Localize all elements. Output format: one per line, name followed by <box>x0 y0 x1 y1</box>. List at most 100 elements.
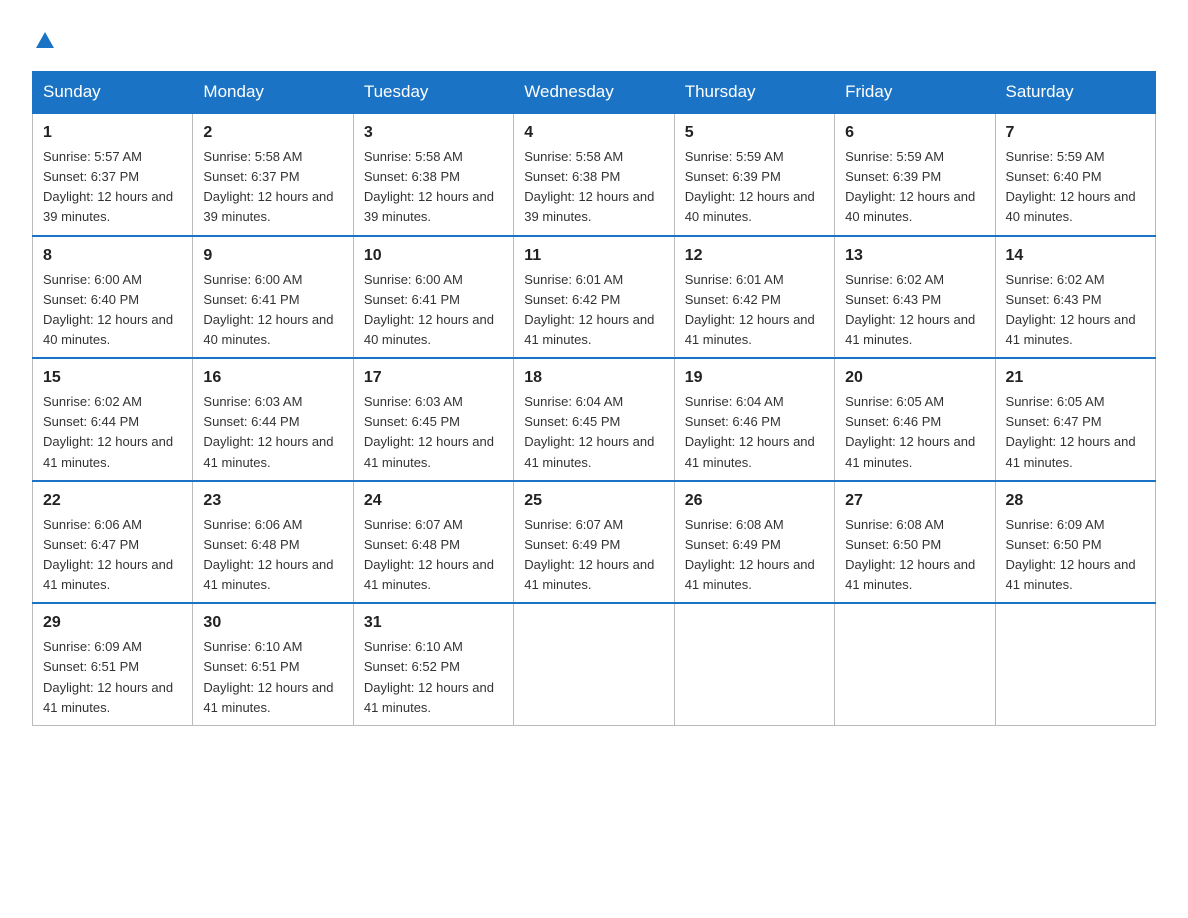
day-info: Sunrise: 5:58 AMSunset: 6:37 PMDaylight:… <box>203 147 342 228</box>
day-info: Sunrise: 6:02 AMSunset: 6:43 PMDaylight:… <box>1006 270 1145 351</box>
calendar-day-cell: 14Sunrise: 6:02 AMSunset: 6:43 PMDayligh… <box>995 236 1155 359</box>
day-number: 1 <box>43 121 182 145</box>
day-info: Sunrise: 5:57 AMSunset: 6:37 PMDaylight:… <box>43 147 182 228</box>
calendar-day-cell <box>995 603 1155 725</box>
day-info: Sunrise: 6:07 AMSunset: 6:49 PMDaylight:… <box>524 515 663 596</box>
calendar-day-cell: 31Sunrise: 6:10 AMSunset: 6:52 PMDayligh… <box>353 603 513 725</box>
day-info: Sunrise: 6:07 AMSunset: 6:48 PMDaylight:… <box>364 515 503 596</box>
logo <box>32 28 56 55</box>
calendar-day-cell: 6Sunrise: 5:59 AMSunset: 6:39 PMDaylight… <box>835 113 995 236</box>
col-header-monday: Monday <box>193 72 353 114</box>
calendar-day-cell: 30Sunrise: 6:10 AMSunset: 6:51 PMDayligh… <box>193 603 353 725</box>
calendar-week-row: 15Sunrise: 6:02 AMSunset: 6:44 PMDayligh… <box>33 358 1156 481</box>
calendar-day-cell: 9Sunrise: 6:00 AMSunset: 6:41 PMDaylight… <box>193 236 353 359</box>
calendar-table: SundayMondayTuesdayWednesdayThursdayFrid… <box>32 71 1156 726</box>
day-number: 5 <box>685 121 824 145</box>
calendar-day-cell: 20Sunrise: 6:05 AMSunset: 6:46 PMDayligh… <box>835 358 995 481</box>
calendar-day-cell: 15Sunrise: 6:02 AMSunset: 6:44 PMDayligh… <box>33 358 193 481</box>
day-number: 17 <box>364 366 503 390</box>
day-info: Sunrise: 6:04 AMSunset: 6:45 PMDaylight:… <box>524 392 663 473</box>
day-number: 19 <box>685 366 824 390</box>
calendar-day-cell: 1Sunrise: 5:57 AMSunset: 6:37 PMDaylight… <box>33 113 193 236</box>
calendar-day-cell: 7Sunrise: 5:59 AMSunset: 6:40 PMDaylight… <box>995 113 1155 236</box>
day-number: 28 <box>1006 489 1145 513</box>
day-info: Sunrise: 6:04 AMSunset: 6:46 PMDaylight:… <box>685 392 824 473</box>
calendar-day-cell: 25Sunrise: 6:07 AMSunset: 6:49 PMDayligh… <box>514 481 674 604</box>
calendar-day-cell: 17Sunrise: 6:03 AMSunset: 6:45 PMDayligh… <box>353 358 513 481</box>
calendar-day-cell: 3Sunrise: 5:58 AMSunset: 6:38 PMDaylight… <box>353 113 513 236</box>
calendar-day-cell: 18Sunrise: 6:04 AMSunset: 6:45 PMDayligh… <box>514 358 674 481</box>
calendar-day-cell: 19Sunrise: 6:04 AMSunset: 6:46 PMDayligh… <box>674 358 834 481</box>
logo-triangle-icon <box>34 28 56 50</box>
day-info: Sunrise: 5:58 AMSunset: 6:38 PMDaylight:… <box>364 147 503 228</box>
calendar-header-row: SundayMondayTuesdayWednesdayThursdayFrid… <box>33 72 1156 114</box>
day-number: 21 <box>1006 366 1145 390</box>
day-info: Sunrise: 6:09 AMSunset: 6:51 PMDaylight:… <box>43 637 182 718</box>
calendar-week-row: 1Sunrise: 5:57 AMSunset: 6:37 PMDaylight… <box>33 113 1156 236</box>
day-info: Sunrise: 5:58 AMSunset: 6:38 PMDaylight:… <box>524 147 663 228</box>
col-header-tuesday: Tuesday <box>353 72 513 114</box>
day-info: Sunrise: 6:00 AMSunset: 6:41 PMDaylight:… <box>203 270 342 351</box>
day-info: Sunrise: 6:01 AMSunset: 6:42 PMDaylight:… <box>685 270 824 351</box>
day-number: 13 <box>845 244 984 268</box>
calendar-day-cell: 5Sunrise: 5:59 AMSunset: 6:39 PMDaylight… <box>674 113 834 236</box>
calendar-day-cell: 4Sunrise: 5:58 AMSunset: 6:38 PMDaylight… <box>514 113 674 236</box>
day-number: 15 <box>43 366 182 390</box>
col-header-thursday: Thursday <box>674 72 834 114</box>
day-info: Sunrise: 6:10 AMSunset: 6:51 PMDaylight:… <box>203 637 342 718</box>
page-header <box>32 24 1156 55</box>
day-number: 23 <box>203 489 342 513</box>
day-number: 3 <box>364 121 503 145</box>
day-number: 9 <box>203 244 342 268</box>
calendar-week-row: 8Sunrise: 6:00 AMSunset: 6:40 PMDaylight… <box>33 236 1156 359</box>
day-number: 7 <box>1006 121 1145 145</box>
calendar-day-cell: 10Sunrise: 6:00 AMSunset: 6:41 PMDayligh… <box>353 236 513 359</box>
calendar-day-cell: 11Sunrise: 6:01 AMSunset: 6:42 PMDayligh… <box>514 236 674 359</box>
day-number: 20 <box>845 366 984 390</box>
day-number: 12 <box>685 244 824 268</box>
day-info: Sunrise: 6:00 AMSunset: 6:41 PMDaylight:… <box>364 270 503 351</box>
calendar-day-cell: 27Sunrise: 6:08 AMSunset: 6:50 PMDayligh… <box>835 481 995 604</box>
day-info: Sunrise: 6:09 AMSunset: 6:50 PMDaylight:… <box>1006 515 1145 596</box>
day-info: Sunrise: 6:03 AMSunset: 6:45 PMDaylight:… <box>364 392 503 473</box>
calendar-day-cell: 23Sunrise: 6:06 AMSunset: 6:48 PMDayligh… <box>193 481 353 604</box>
day-number: 2 <box>203 121 342 145</box>
calendar-day-cell: 26Sunrise: 6:08 AMSunset: 6:49 PMDayligh… <box>674 481 834 604</box>
day-number: 24 <box>364 489 503 513</box>
calendar-day-cell <box>835 603 995 725</box>
day-number: 4 <box>524 121 663 145</box>
calendar-day-cell: 16Sunrise: 6:03 AMSunset: 6:44 PMDayligh… <box>193 358 353 481</box>
day-number: 26 <box>685 489 824 513</box>
day-info: Sunrise: 6:10 AMSunset: 6:52 PMDaylight:… <box>364 637 503 718</box>
day-number: 25 <box>524 489 663 513</box>
day-number: 8 <box>43 244 182 268</box>
day-number: 11 <box>524 244 663 268</box>
calendar-day-cell: 2Sunrise: 5:58 AMSunset: 6:37 PMDaylight… <box>193 113 353 236</box>
day-number: 18 <box>524 366 663 390</box>
calendar-day-cell <box>514 603 674 725</box>
col-header-sunday: Sunday <box>33 72 193 114</box>
calendar-day-cell: 21Sunrise: 6:05 AMSunset: 6:47 PMDayligh… <box>995 358 1155 481</box>
day-info: Sunrise: 6:00 AMSunset: 6:40 PMDaylight:… <box>43 270 182 351</box>
day-info: Sunrise: 5:59 AMSunset: 6:39 PMDaylight:… <box>845 147 984 228</box>
calendar-day-cell: 28Sunrise: 6:09 AMSunset: 6:50 PMDayligh… <box>995 481 1155 604</box>
day-number: 16 <box>203 366 342 390</box>
calendar-day-cell: 22Sunrise: 6:06 AMSunset: 6:47 PMDayligh… <box>33 481 193 604</box>
day-number: 14 <box>1006 244 1145 268</box>
calendar-week-row: 29Sunrise: 6:09 AMSunset: 6:51 PMDayligh… <box>33 603 1156 725</box>
day-info: Sunrise: 6:08 AMSunset: 6:49 PMDaylight:… <box>685 515 824 596</box>
day-number: 22 <box>43 489 182 513</box>
calendar-day-cell: 8Sunrise: 6:00 AMSunset: 6:40 PMDaylight… <box>33 236 193 359</box>
calendar-day-cell <box>674 603 834 725</box>
day-info: Sunrise: 5:59 AMSunset: 6:39 PMDaylight:… <box>685 147 824 228</box>
day-info: Sunrise: 5:59 AMSunset: 6:40 PMDaylight:… <box>1006 147 1145 228</box>
day-number: 10 <box>364 244 503 268</box>
calendar-day-cell: 12Sunrise: 6:01 AMSunset: 6:42 PMDayligh… <box>674 236 834 359</box>
day-info: Sunrise: 6:05 AMSunset: 6:46 PMDaylight:… <box>845 392 984 473</box>
day-number: 30 <box>203 611 342 635</box>
day-number: 27 <box>845 489 984 513</box>
day-info: Sunrise: 6:06 AMSunset: 6:47 PMDaylight:… <box>43 515 182 596</box>
day-info: Sunrise: 6:08 AMSunset: 6:50 PMDaylight:… <box>845 515 984 596</box>
col-header-friday: Friday <box>835 72 995 114</box>
calendar-week-row: 22Sunrise: 6:06 AMSunset: 6:47 PMDayligh… <box>33 481 1156 604</box>
